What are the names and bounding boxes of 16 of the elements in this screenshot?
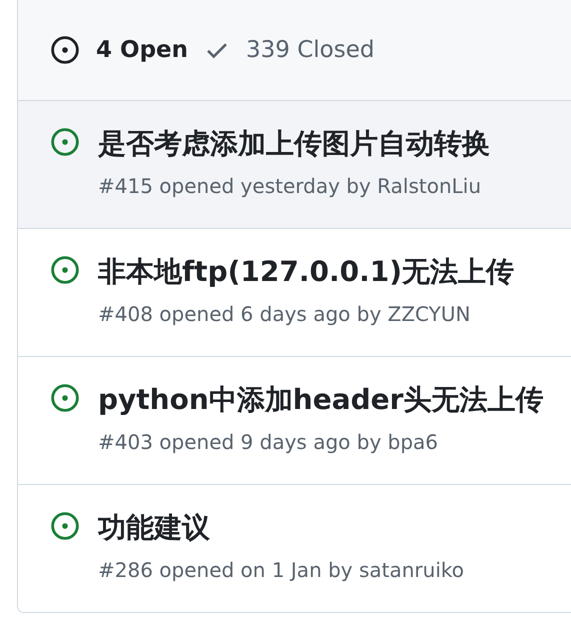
issue-title-link[interactable]: 是否考虑添加上传图片自动转换	[98, 127, 490, 161]
open-issue-icon	[50, 127, 80, 157]
issue-row[interactable]: 是否考虑添加上传图片自动转换 #415 opened yesterday by RalstonLiu	[18, 101, 571, 229]
closed-tab[interactable]: 339 Closed	[204, 32, 374, 68]
issue-title-link[interactable]: 功能建议	[98, 511, 464, 545]
issue-meta: #286 opened on 1 Jan by satanruiko	[98, 556, 464, 584]
issue-meta: #408 opened 6 days ago by ZZCYUN	[98, 300, 472, 328]
issue-title-link[interactable]: python中添加header头无法上传	[98, 383, 544, 417]
open-issue-icon	[50, 383, 80, 413]
open-issue-icon	[50, 255, 80, 285]
open-issue-icon	[50, 35, 80, 65]
open-issue-icon	[50, 511, 80, 541]
issue-meta: #403 opened 9 days ago by bpa6	[98, 428, 440, 456]
open-tab[interactable]: 4 Open	[50, 32, 188, 68]
issue-title-link[interactable]: 非本地ftp(127.0.0.1)无法上传	[98, 255, 514, 289]
issue-meta: #415 opened yesterday by RalstonLiu	[98, 172, 482, 200]
